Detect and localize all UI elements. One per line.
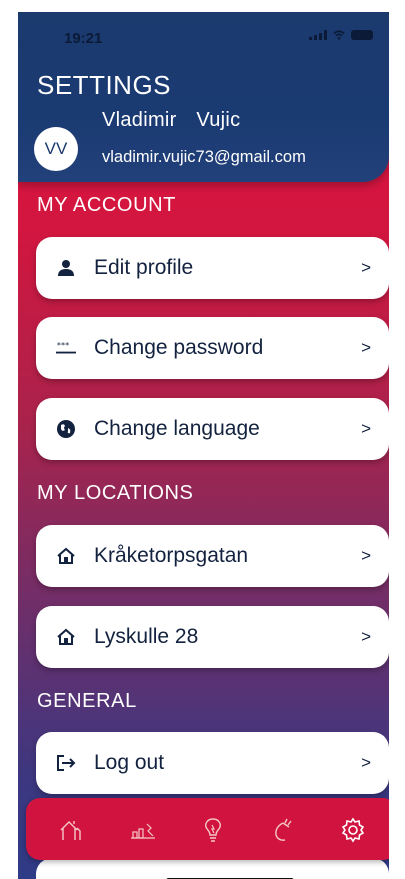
profile-header: 19:21 SETTINGS VV Vladimir Vujic vladimi… [18,12,389,182]
change-password-label: Change password [94,336,264,359]
password-icon: *** [56,338,76,358]
home-icon [56,546,76,566]
tab-lighting[interactable] [198,815,228,845]
edit-profile-label: Edit profile [94,256,194,279]
app-screen: 19:21 SETTINGS VV Vladimir Vujic vladimi… [18,12,389,879]
chevron-right-icon: > [361,546,371,565]
location-lyskulle-button[interactable]: Lyskulle 28 > [36,606,389,668]
location-label: Kråketorpsgatan [94,544,249,567]
chevron-right-icon: > [361,753,371,772]
logout-icon [56,753,76,773]
edit-profile-button[interactable]: Edit profile > [36,237,389,299]
home-icon [56,627,76,647]
chevron-right-icon: > [361,419,371,438]
wifi-icon [333,30,345,40]
change-language-button[interactable]: Change language > [36,398,389,460]
change-password-button[interactable]: *** Change password > [36,317,389,379]
user-name: Vladimir Vujic [102,109,241,131]
energy-chart-icon [131,823,155,839]
location-label: Lyskulle 28 [94,625,199,648]
section-my-locations: MY LOCATIONS [37,482,194,504]
tab-settings[interactable] [338,815,368,845]
globe-icon [56,419,76,439]
page-title: SETTINGS [37,70,172,100]
plug-icon [275,818,292,841]
chevron-right-icon: > [361,627,371,646]
bottom-tab-bar [26,798,389,860]
section-general: GENERAL [37,690,137,712]
home-icon [60,821,81,840]
status-icons [309,30,373,40]
location-krakertorpsgatan-button[interactable]: Kråketorpsgatan > [36,525,389,587]
chevron-right-icon: > [361,258,371,277]
status-time: 19:21 [64,30,103,47]
tab-energy[interactable] [128,815,158,845]
tab-devices[interactable] [268,815,298,845]
lightbulb-icon [205,818,221,842]
svg-text:***: *** [57,341,69,350]
signal-icon [309,30,327,40]
gear-icon [341,817,365,843]
hidden-card [36,858,389,879]
log-out-button[interactable]: Log out > [36,732,389,794]
tab-home[interactable] [56,815,86,845]
user-email: vladimir.vujic73@gmail.com [102,148,306,166]
section-my-account: MY ACCOUNT [37,194,176,216]
chevron-right-icon: > [361,338,371,357]
log-out-label: Log out [94,751,165,774]
battery-icon [351,30,373,40]
change-language-label: Change language [94,417,260,440]
avatar[interactable]: VV [34,127,78,171]
person-icon [56,258,76,278]
